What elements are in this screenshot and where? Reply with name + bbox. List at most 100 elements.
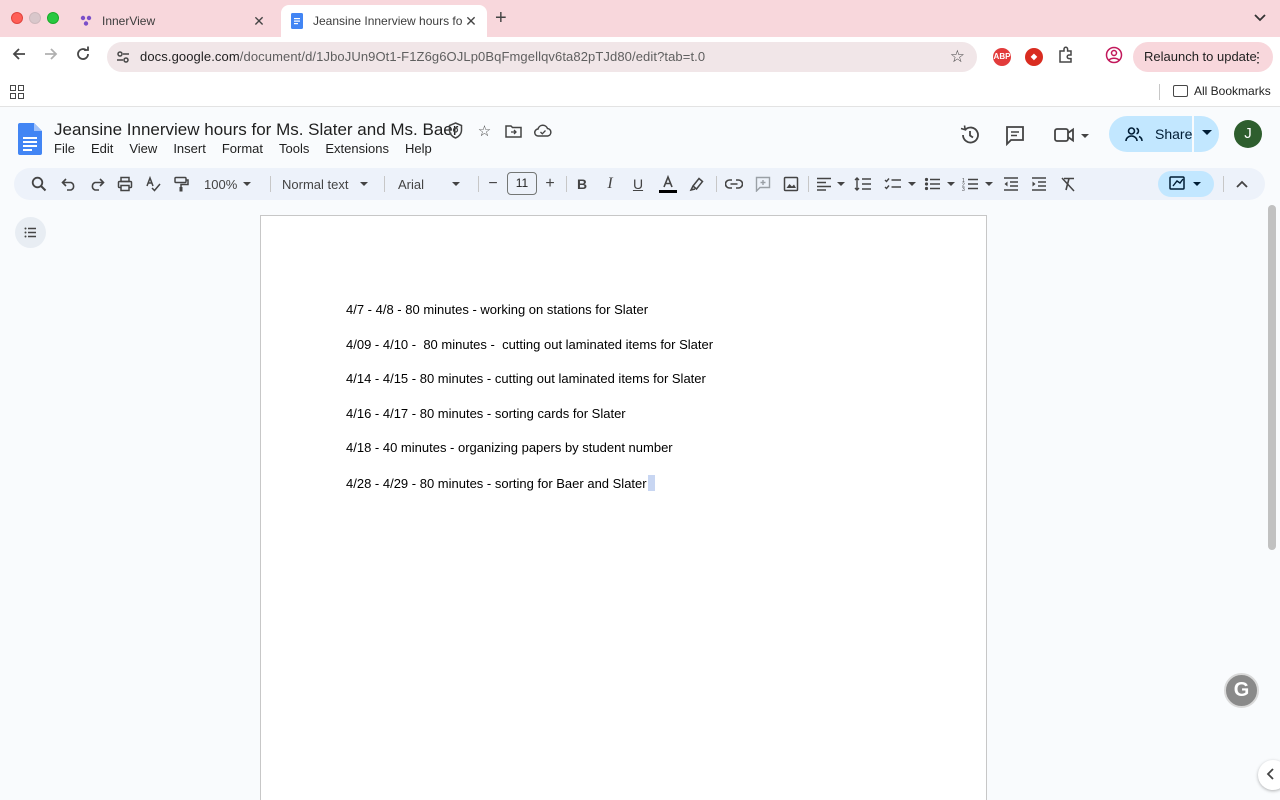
- menu-file[interactable]: File: [54, 141, 75, 156]
- all-bookmarks-label: All Bookmarks: [1194, 84, 1271, 98]
- meet-video-icon[interactable]: [1052, 124, 1092, 148]
- line-spacing-icon[interactable]: [854, 174, 872, 194]
- tab-close-icon[interactable]: ✕: [251, 13, 267, 29]
- document-paragraph[interactable]: 4/14 - 4/15 - 80 minutes - cutting out l…: [346, 371, 706, 386]
- highlight-color-icon[interactable]: [688, 174, 706, 194]
- docs-favicon-icon: [289, 13, 305, 29]
- document-title[interactable]: Jeansine Innerview hours for Ms. Slater …: [54, 120, 458, 140]
- search-menus-icon[interactable]: [30, 174, 48, 194]
- tab-close-icon[interactable]: ✕: [463, 13, 479, 29]
- all-bookmarks-button[interactable]: All Bookmarks: [1173, 84, 1271, 98]
- window-minimize-button[interactable]: [29, 12, 41, 24]
- docs-header: Jeansine Innerview hours for Ms. Slater …: [0, 108, 1280, 166]
- tab-title: Jeansine Innerview hours for Ms. Slater …: [313, 14, 463, 28]
- increase-indent-icon[interactable]: [1030, 174, 1048, 194]
- decrease-font-size-icon[interactable]: −: [486, 174, 500, 194]
- bookmarks-separator: [1159, 84, 1160, 100]
- insert-image-icon[interactable]: [782, 174, 800, 194]
- move-folder-icon[interactable]: [504, 121, 523, 140]
- font-size-input[interactable]: 11: [507, 172, 537, 195]
- site-settings-icon[interactable]: [115, 49, 131, 65]
- star-icon[interactable]: ☆: [475, 121, 494, 140]
- vertical-scrollbar[interactable]: [1268, 205, 1276, 550]
- decrease-indent-icon[interactable]: [1002, 174, 1020, 194]
- chevron-down-icon: [360, 182, 369, 186]
- document-paragraph[interactable]: 4/7 - 4/8 - 80 minutes - working on stat…: [346, 302, 648, 317]
- collapse-menus-icon[interactable]: [1233, 174, 1251, 194]
- italic-icon[interactable]: I: [602, 174, 618, 194]
- shield-extension-icon[interactable]: ◆: [1025, 48, 1043, 66]
- security-shield-icon[interactable]: [446, 121, 465, 140]
- paint-format-icon[interactable]: [172, 174, 190, 194]
- document-paragraph[interactable]: 4/09 - 4/10 - 80 minutes - cutting out l…: [346, 337, 713, 352]
- url-text: docs.google.com/document/d/1JboJUn9Ot1-F…: [140, 49, 706, 64]
- extensions-puzzle-icon[interactable]: [1055, 46, 1077, 68]
- new-tab-icon[interactable]: +: [495, 8, 507, 28]
- grammarly-icon[interactable]: G: [1224, 673, 1259, 708]
- address-bar[interactable]: docs.google.com/document/d/1JboJUn9Ot1-F…: [107, 42, 977, 72]
- menu-edit[interactable]: Edit: [91, 141, 113, 156]
- document-paragraph-last[interactable]: 4/28 - 4/29 - 80 minutes - sorting for B…: [346, 475, 655, 491]
- share-label: Share: [1155, 126, 1193, 142]
- text-color-icon[interactable]: [658, 174, 678, 194]
- underline-icon[interactable]: U: [630, 174, 646, 194]
- cloud-saved-icon[interactable]: [533, 121, 552, 140]
- forward-icon[interactable]: [40, 46, 62, 68]
- window-zoom-button[interactable]: [47, 12, 59, 24]
- align-dropdown-icon[interactable]: [816, 174, 846, 194]
- spellcheck-icon[interactable]: [144, 174, 162, 194]
- print-icon[interactable]: [116, 174, 134, 194]
- increase-font-size-icon[interactable]: +: [543, 174, 557, 194]
- editing-mode-button[interactable]: [1158, 171, 1214, 197]
- side-panel-chevron-icon[interactable]: [1258, 760, 1280, 790]
- bulleted-list-dropdown-icon[interactable]: [924, 174, 958, 194]
- document-paragraph[interactable]: 4/18 - 40 minutes - organizing papers by…: [346, 440, 673, 455]
- docs-logo-icon[interactable]: [18, 123, 42, 155]
- account-avatar[interactable]: J: [1234, 120, 1262, 148]
- insert-link-icon[interactable]: [724, 174, 744, 194]
- browser-toolbar: docs.google.com/document/d/1JboJUn9Ot1-F…: [0, 37, 1280, 77]
- tab-innerview[interactable]: InnerView ✕: [70, 5, 275, 37]
- menu-help[interactable]: Help: [405, 141, 432, 156]
- share-button[interactable]: Share: [1109, 116, 1219, 152]
- redo-icon[interactable]: [88, 174, 106, 194]
- tab-title: InnerView: [102, 14, 156, 28]
- reload-icon[interactable]: [72, 46, 94, 68]
- menu-view[interactable]: View: [129, 141, 157, 156]
- clear-formatting-icon[interactable]: [1059, 174, 1077, 194]
- relaunch-to-update-button[interactable]: Relaunch to update ⋮: [1133, 42, 1273, 72]
- apps-grid-icon[interactable]: [10, 85, 24, 99]
- window-close-button[interactable]: [11, 12, 23, 24]
- folder-icon: [1173, 85, 1188, 97]
- menu-format[interactable]: Format: [222, 141, 263, 156]
- numbered-list-dropdown-icon[interactable]: 123: [962, 174, 996, 194]
- paragraph-style-dropdown[interactable]: Normal text: [282, 174, 374, 194]
- chevron-down-icon: [452, 182, 461, 186]
- undo-icon[interactable]: [60, 174, 78, 194]
- tab-search-chevron-icon[interactable]: [1250, 8, 1270, 28]
- adblock-extension-icon[interactable]: ABP: [993, 48, 1011, 66]
- version-history-icon[interactable]: [958, 124, 982, 148]
- font-family-dropdown[interactable]: Arial: [398, 174, 468, 194]
- formatting-toolbar: 100% Normal text Arial − 11 + B I U 123: [14, 168, 1265, 200]
- share-dropdown-icon[interactable]: [1202, 130, 1212, 135]
- text-cursor-selection: [647, 475, 655, 491]
- document-page[interactable]: 4/7 - 4/8 - 80 minutes - working on stat…: [260, 215, 987, 800]
- document-paragraph[interactable]: 4/16 - 4/17 - 80 minutes - sorting cards…: [346, 406, 626, 421]
- more-options-icon[interactable]: ⋮: [1251, 42, 1265, 72]
- comments-icon[interactable]: [1003, 124, 1027, 148]
- document-outline-button[interactable]: [15, 217, 46, 248]
- document-paragraph[interactable]: 4/28 - 4/29 - 80 minutes - sorting for B…: [346, 476, 647, 491]
- insert-comment-icon[interactable]: [754, 174, 772, 194]
- menu-insert[interactable]: Insert: [173, 141, 206, 156]
- share-people-icon: [1125, 126, 1143, 142]
- tab-jeansine-doc[interactable]: Jeansine Innerview hours for Ms. Slater …: [281, 5, 487, 37]
- menu-tools[interactable]: Tools: [279, 141, 309, 156]
- menu-extensions[interactable]: Extensions: [325, 141, 389, 156]
- back-icon[interactable]: [8, 46, 30, 68]
- checklist-dropdown-icon[interactable]: [884, 174, 918, 194]
- bold-icon[interactable]: B: [574, 174, 590, 194]
- profile-icon[interactable]: [1103, 46, 1125, 68]
- bookmark-star-icon[interactable]: ☆: [950, 47, 965, 67]
- zoom-dropdown[interactable]: 100%: [204, 174, 262, 194]
